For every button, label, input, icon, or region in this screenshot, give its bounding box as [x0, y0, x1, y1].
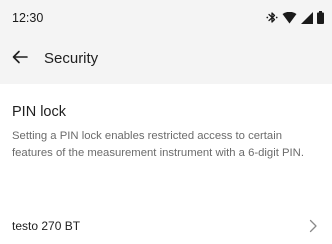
- arrow-left-icon: [12, 50, 28, 69]
- app-bar: Security: [0, 34, 332, 84]
- signal-icon: [301, 11, 313, 24]
- section-title: PIN lock: [12, 104, 66, 120]
- chevron-right-icon: [309, 219, 318, 233]
- status-time: 12:30: [12, 11, 44, 25]
- back-button[interactable]: [9, 48, 31, 70]
- status-bar: 12:30: [0, 0, 332, 34]
- status-icons: [266, 11, 324, 24]
- battery-icon: [317, 11, 324, 24]
- device-item-label: testo 270 BT: [12, 219, 81, 233]
- page-title: Security: [44, 50, 99, 67]
- bluetooth-icon: [266, 11, 278, 24]
- wifi-icon: [282, 11, 297, 24]
- section-description: Setting a PIN lock enables restricted ac…: [12, 130, 304, 159]
- device-item-testo-270-bt[interactable]: testo 270 BT: [0, 210, 332, 240]
